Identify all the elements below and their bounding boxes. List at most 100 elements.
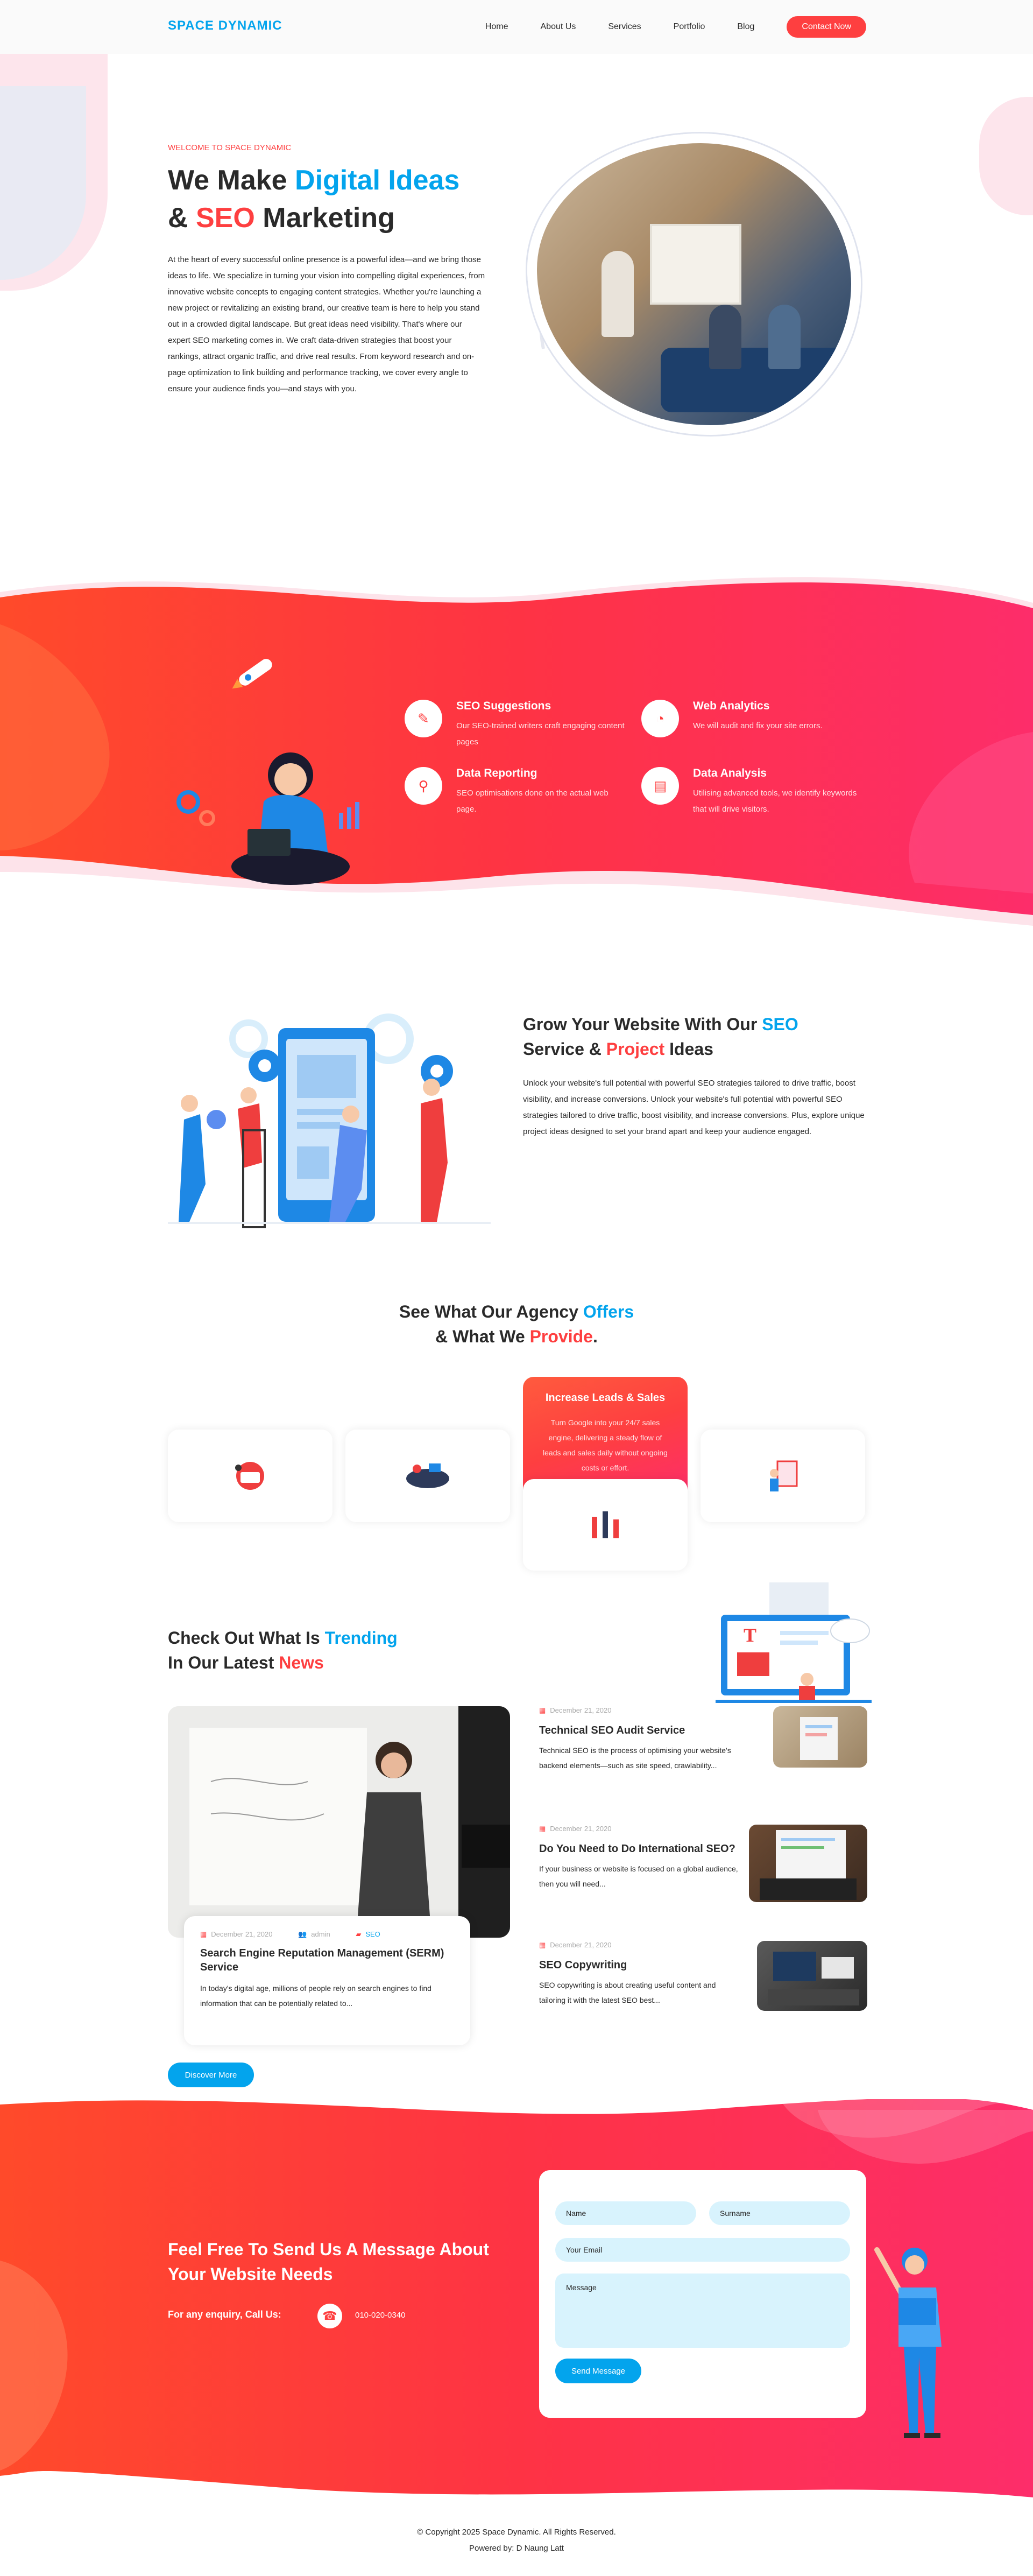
post-meta: ▦ December 21, 2020 — [539, 1706, 744, 1715]
nav-services[interactable]: Services — [608, 15, 641, 39]
nav-home[interactable]: Home — [485, 15, 508, 39]
post-meta: ▦ December 21, 2020 — [539, 1941, 744, 1949]
man-with-laptop-illustration — [874, 2247, 942, 2438]
blog-title: Check Out What Is Trending In Our Latest… — [168, 1625, 491, 1675]
nav-about[interactable]: About Us — [541, 15, 576, 39]
post-title[interactable]: Do You Need to Do International SEO? — [539, 1842, 744, 1856]
web-analytics-icon: ◔ — [641, 700, 679, 737]
services-section: ✎ SEO Suggestions Our SEO-trained writer… — [0, 571, 1033, 926]
post-excerpt: Technical SEO is the process of optimisi… — [539, 1746, 731, 1770]
site-footer: © Copyright 2025 Space Dynamic. All Righ… — [0, 2508, 1033, 2576]
calendar-icon: ▦ — [539, 1825, 546, 1833]
blog-post-item[interactable]: ▦ December 21, 2020 Technical SEO Audit S… — [539, 1706, 867, 1792]
message-field[interactable] — [555, 2274, 850, 2348]
post-date: December 21, 2020 — [550, 1941, 612, 1949]
svg-text:T: T — [744, 1624, 756, 1646]
offers-title-highlight: Provide — [529, 1327, 593, 1346]
about-title-highlight: SEO — [762, 1015, 798, 1034]
offers-title-highlight: Offers — [583, 1302, 634, 1321]
featured-post-image[interactable] — [168, 1706, 510, 1938]
offer-card[interactable] — [701, 1430, 865, 1522]
post-category[interactable]: SEO — [365, 1930, 380, 1938]
users-icon: 👥 — [298, 1930, 307, 1938]
phone-icon: ☎ — [317, 2304, 342, 2328]
send-message-button[interactable]: Send Message — [555, 2359, 641, 2383]
folder-icon: ▰ — [356, 1930, 362, 1938]
service-text: SEO optimisations done on the actual web… — [456, 789, 609, 814]
post-thumbnail[interactable] — [757, 1941, 867, 2011]
data-reporting-icon: ⚲ — [405, 767, 442, 805]
whiteboard — [650, 224, 741, 305]
offer-card-body — [523, 1479, 688, 1571]
calendar-icon: ▦ — [200, 1930, 207, 1938]
post-date: December 21, 2020 — [550, 1706, 612, 1714]
hero-section: WELCOME TO SPACE DYNAMIC We Make Digital… — [0, 54, 1033, 517]
blog-post-item[interactable]: ▦ December 21, 2020 SEO Copywriting SEO c… — [539, 1941, 867, 2027]
post-content: ▦ December 21, 2020 SEO Copywriting SEO c… — [539, 1941, 744, 2008]
copyright-text: © Copyright 2025 Space Dynamic. All Righ… — [417, 2528, 616, 2537]
service-title: Data Analysis — [693, 767, 767, 779]
person — [768, 305, 801, 369]
post-thumbnail[interactable] — [749, 1825, 867, 1902]
enquiry-label: For any enquiry, Call Us: — [168, 2309, 281, 2320]
offer-card[interactable] — [345, 1430, 510, 1522]
data-analysis-icon: ▤ — [641, 767, 679, 805]
calendar-icon: ▦ — [539, 1706, 546, 1714]
hero-title-text: We Make — [168, 165, 295, 196]
post-category-meta[interactable]: ▰ SEO — [356, 1930, 392, 1938]
offer-card-title: Increase Leads & Sales — [545, 1392, 666, 1404]
service-text: Our SEO-trained writers craft engaging c… — [456, 721, 625, 747]
offer-illustration-icon — [406, 1463, 449, 1488]
offer-illustration-icon — [235, 1462, 264, 1490]
hero-title-text: Marketing — [254, 202, 395, 234]
offers-title-text: See What Our Agency — [399, 1302, 583, 1321]
email-field[interactable] — [555, 2238, 850, 2262]
nav-blog[interactable]: Blog — [737, 15, 754, 39]
calendar-icon: ▦ — [539, 1941, 546, 1949]
about-text: Unlock your website's full potential wit… — [523, 1079, 865, 1136]
post-date-meta: ▦ December 21, 2020 — [200, 1930, 284, 1938]
person — [602, 251, 634, 337]
team-building-app-illustration — [168, 1013, 491, 1228]
service-title: Data Reporting — [456, 767, 537, 779]
hero-subtitle: WELCOME TO SPACE DYNAMIC — [168, 143, 292, 152]
post-meta: ▦ December 21, 2020 — [539, 1825, 744, 1833]
blog-post-item[interactable]: ▦ December 21, 2020 Do You Need to Do Int… — [539, 1825, 867, 1911]
surname-field[interactable] — [709, 2201, 850, 2225]
service-title: SEO Suggestions — [456, 700, 551, 712]
post-thumbnail[interactable] — [773, 1706, 867, 1768]
phone-number[interactable]: 010-020-0340 — [355, 2311, 405, 2320]
discover-more-button[interactable]: Discover More — [168, 2063, 254, 2087]
post-content: ▦ December 21, 2020 Technical SEO Audit S… — [539, 1706, 744, 1773]
post-author-meta: 👥 admin — [298, 1930, 342, 1938]
blog-title-text: Check Out What Is — [168, 1628, 325, 1648]
woman-laptop-illustration — [176, 659, 359, 885]
woman-whiteboard-photo — [168, 1706, 510, 1938]
offers-title-text: & What We — [435, 1327, 530, 1346]
about-title: Grow Your Website With Our SEO Service &… — [523, 1012, 846, 1061]
post-title[interactable]: SEO Copywriting — [539, 1958, 744, 1972]
main-nav: Home About Us Services Portfolio Blog Co… — [485, 15, 866, 39]
nav-portfolio[interactable]: Portfolio — [674, 15, 705, 39]
featured-post-title[interactable]: Search Engine Reputation Management (SER… — [200, 1946, 454, 1974]
logo[interactable]: SPACE DYNAMIC — [168, 18, 282, 33]
about-title-text: Service & — [523, 1039, 606, 1059]
contact-now-button[interactable]: Contact Now — [787, 16, 866, 38]
post-title[interactable]: Technical SEO Audit Service — [539, 1723, 744, 1737]
post-author: admin — [311, 1930, 330, 1938]
name-field[interactable] — [555, 2201, 696, 2225]
site-header: SPACE DYNAMIC Home About Us Services Por… — [0, 0, 1033, 54]
post-excerpt: If your business or website is focused o… — [539, 1864, 738, 1888]
offer-card-active[interactable]: Increase Leads & Sales Turn Google into … — [523, 1377, 688, 1571]
featured-post-card[interactable]: ▦ December 21, 2020 👥 admin ▰ SEO Search En… — [184, 1916, 470, 2045]
offer-card[interactable] — [168, 1430, 332, 1522]
powered-by-text: Powered by: D Naung Latt — [469, 2544, 564, 2553]
report-papers-photo — [760, 1830, 857, 1900]
post-content: ▦ December 21, 2020 Do You Need to Do Int… — [539, 1825, 744, 1891]
post-excerpt: SEO copywriting is about creating useful… — [539, 1981, 716, 2004]
contact-form: Send Message — [539, 2170, 866, 2418]
about-title-highlight: Project — [606, 1039, 665, 1059]
service-text: We will audit and fix your site errors. — [693, 721, 823, 730]
blog-title-highlight: News — [279, 1653, 324, 1672]
seo-suggestion-icon: ✎ — [405, 700, 442, 737]
